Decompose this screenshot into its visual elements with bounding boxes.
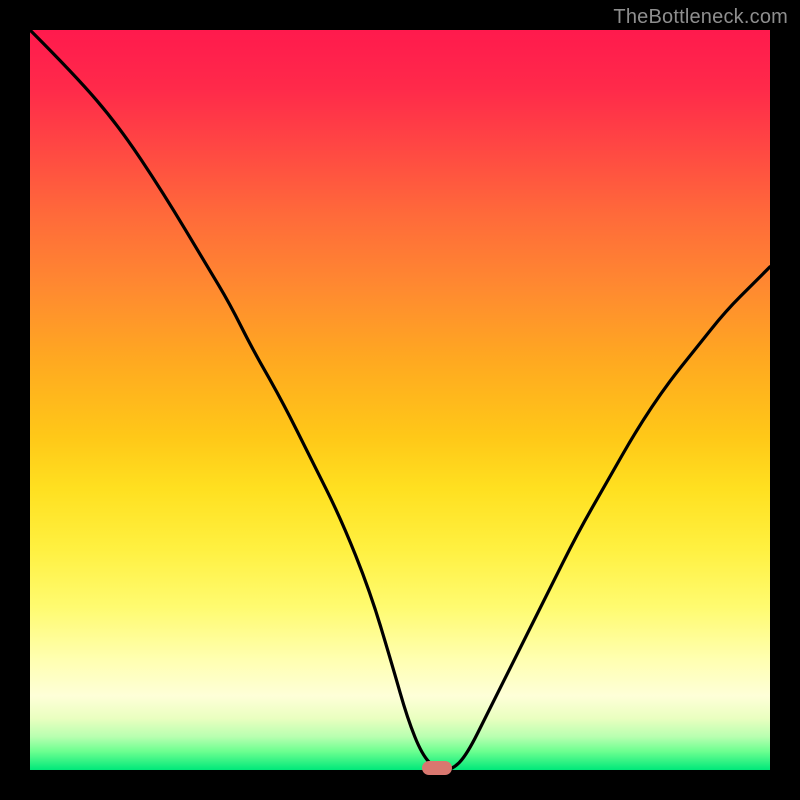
plot-area [30, 30, 770, 770]
optimal-marker [422, 761, 452, 775]
chart-frame: TheBottleneck.com [0, 0, 800, 800]
watermark-text: TheBottleneck.com [613, 6, 788, 29]
bottleneck-curve [30, 30, 770, 770]
